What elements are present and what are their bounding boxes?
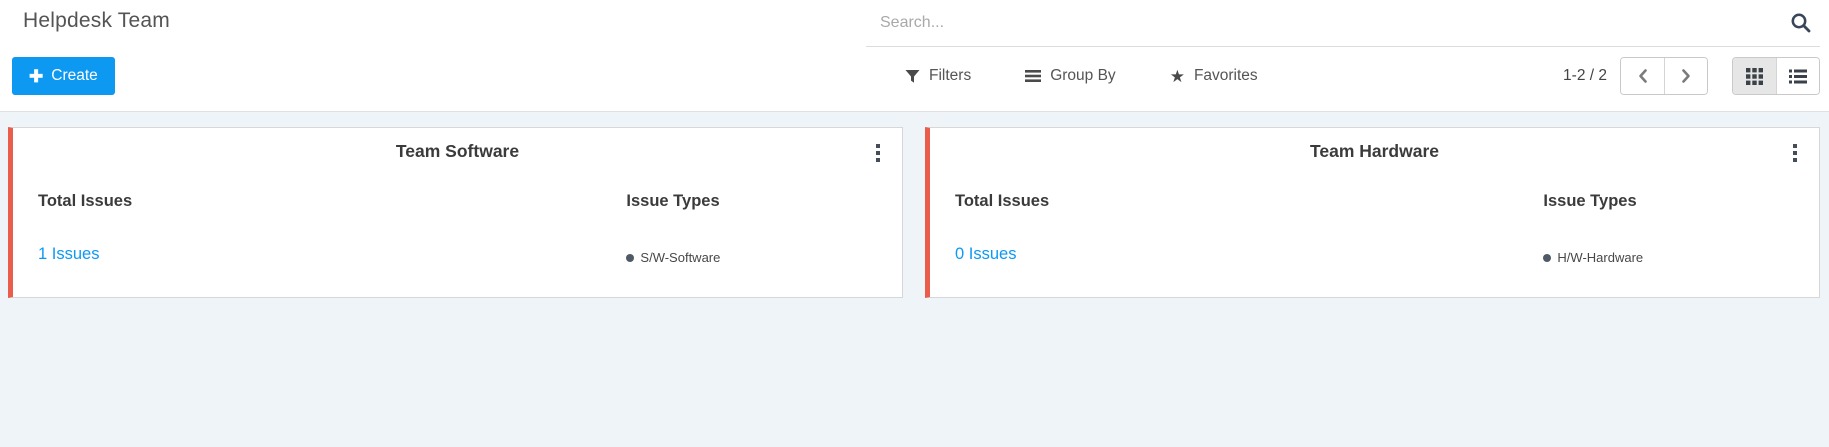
issues-count-link[interactable]: 1 Issues bbox=[38, 245, 99, 264]
issue-type-legend: S/W-Software bbox=[626, 250, 720, 265]
helpdesk-team-card[interactable]: Team Hardware Total Issues Issue Types 0… bbox=[925, 127, 1820, 298]
legend-label: H/W-Hardware bbox=[1557, 250, 1644, 265]
search-icon[interactable] bbox=[1790, 12, 1812, 34]
team-card-title: Team Software bbox=[395, 141, 520, 161]
kanban-grid-icon bbox=[1746, 67, 1763, 85]
chevron-left-icon bbox=[1638, 69, 1647, 83]
star-icon: ★ bbox=[1169, 66, 1185, 86]
kebab-menu-icon[interactable] bbox=[1789, 142, 1801, 164]
create-button-label: Create bbox=[51, 67, 98, 84]
list-icon bbox=[1789, 69, 1807, 83]
pager-and-views: 1-2 / 2 bbox=[1563, 57, 1820, 95]
legend-dot-icon bbox=[1543, 253, 1552, 262]
bars-icon bbox=[1025, 69, 1042, 83]
total-issues-label: Total Issues bbox=[955, 192, 1050, 210]
search-options: Filters Group By ★ Favorites bbox=[905, 57, 1258, 95]
view-switcher bbox=[1732, 57, 1820, 95]
pager-range: 1-2 / 2 bbox=[1563, 67, 1607, 84]
plus-icon: ✚ bbox=[29, 66, 44, 86]
filters-menu[interactable]: Filters bbox=[905, 67, 971, 85]
chevron-right-icon bbox=[1682, 69, 1690, 83]
legend-label: S/W-Software bbox=[640, 250, 721, 265]
issue-types-label: Issue Types bbox=[1543, 192, 1637, 210]
issue-types-label: Issue Types bbox=[626, 192, 720, 210]
favorites-label: Favorites bbox=[1193, 67, 1258, 84]
kebab-menu-icon[interactable] bbox=[872, 142, 884, 164]
legend-dot-icon bbox=[626, 253, 635, 262]
page-title: Helpdesk Team bbox=[23, 9, 170, 32]
issue-type-legend: H/W-Hardware bbox=[1543, 250, 1643, 265]
pager-next-button[interactable] bbox=[1664, 58, 1707, 94]
group-by-label: Group By bbox=[1050, 67, 1116, 84]
filter-funnel-icon bbox=[905, 69, 920, 84]
search-bar bbox=[866, 0, 1820, 47]
pager-previous-button[interactable] bbox=[1621, 58, 1664, 94]
control-panel-header: Helpdesk Team ✚ Create Filters bbox=[0, 0, 1829, 112]
favorites-menu[interactable]: ★ Favorites bbox=[1170, 67, 1258, 85]
control-row: ✚ Create Filters Group By ★ Favorites 1-… bbox=[0, 50, 1829, 95]
kanban-view-button[interactable] bbox=[1733, 58, 1776, 94]
issues-count-link[interactable]: 0 Issues bbox=[955, 245, 1016, 264]
search-input[interactable] bbox=[866, 14, 1820, 32]
create-button[interactable]: ✚ Create bbox=[12, 57, 115, 95]
helpdesk-team-card[interactable]: Team Software Total Issues Issue Types 1… bbox=[8, 127, 903, 298]
team-card-title: Team Hardware bbox=[1309, 141, 1440, 161]
filters-label: Filters bbox=[929, 67, 972, 84]
group-by-menu[interactable]: Group By bbox=[1025, 67, 1116, 85]
pager-buttons bbox=[1620, 57, 1708, 95]
list-view-button[interactable] bbox=[1776, 58, 1819, 94]
total-issues-label: Total Issues bbox=[38, 192, 133, 210]
